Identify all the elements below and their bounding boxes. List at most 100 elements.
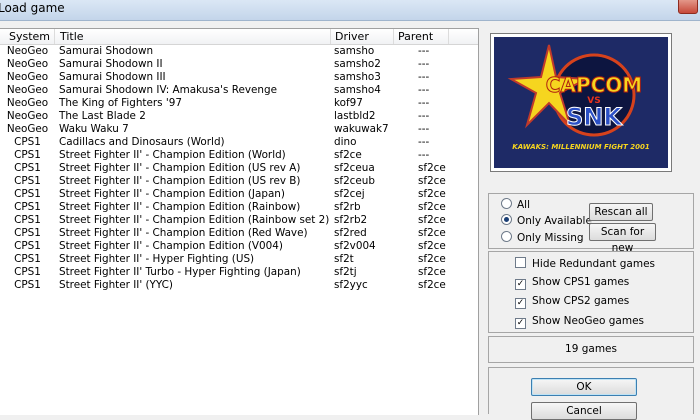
radio-only-available-dot[interactable] bbox=[501, 214, 512, 225]
cell-parent: --- bbox=[418, 110, 430, 122]
table-row[interactable]: CPS1 Street Fighter II' - Champion Editio… bbox=[0, 240, 478, 253]
table-row[interactable]: CPS1 Street Fighter II' - Champion Editio… bbox=[0, 175, 478, 188]
cell-system: CPS1 bbox=[14, 240, 41, 252]
cell-parent: --- bbox=[418, 97, 430, 109]
cell-parent: sf2ce bbox=[418, 266, 446, 278]
game-list[interactable]: System Title Driver Parent NeoGeo Samurai… bbox=[0, 28, 479, 415]
column-header-system[interactable]: System bbox=[0, 29, 55, 44]
cancel-button[interactable]: Cancel bbox=[531, 402, 637, 420]
table-row[interactable]: CPS1 Street Fighter II' - Champion Editio… bbox=[0, 201, 478, 214]
cell-driver: sf2ceua bbox=[334, 162, 375, 174]
show-cps1-label: Show CPS1 games bbox=[532, 276, 630, 288]
logo-snk-text: SNK bbox=[566, 103, 623, 131]
cell-driver: samsho4 bbox=[334, 84, 381, 96]
cell-title: Street Fighter II' - Champion Edition (W… bbox=[59, 149, 286, 161]
cell-driver: dino bbox=[334, 136, 357, 148]
cell-parent: --- bbox=[418, 58, 430, 70]
radio-all[interactable]: All bbox=[501, 198, 530, 211]
table-row[interactable]: NeoGeo Samurai Shodown IV: Amakusa's Reve… bbox=[0, 84, 478, 97]
table-row[interactable]: NeoGeo Waku Waku 7 wakuwak7 --- bbox=[0, 123, 478, 136]
radio-only-missing-label: Only Missing bbox=[517, 232, 584, 244]
cell-system: CPS1 bbox=[14, 136, 41, 148]
cell-system: CPS1 bbox=[14, 175, 41, 187]
show-cps1-checkbox[interactable]: ✓ Show CPS1 games bbox=[515, 276, 629, 290]
cell-title: The Last Blade 2 bbox=[59, 110, 146, 122]
cell-title: Cadillacs and Dinosaurs (World) bbox=[59, 136, 225, 148]
table-row[interactable]: CPS1 Street Fighter II' - Champion Editio… bbox=[0, 214, 478, 227]
options-panel: Hide Redundant games ✓ Show CPS1 games ✓ S… bbox=[488, 251, 694, 333]
cell-driver: kof97 bbox=[334, 97, 363, 109]
cell-title: Samurai Shodown IV: Amakusa's Revenge bbox=[59, 84, 277, 96]
capcom-vs-snk-logo: CAPCOM VS SNK KAWAKS: MILLENNIUM FIGHT 2… bbox=[494, 37, 668, 168]
cell-title: Street Fighter II' - Champion Edition (J… bbox=[59, 188, 285, 200]
close-button[interactable] bbox=[678, 0, 698, 14]
table-row[interactable]: CPS1 Street Fighter II' - Hyper Fighting … bbox=[0, 253, 478, 266]
logo-capcom-text: CAPCOM bbox=[546, 73, 642, 97]
column-header-parent[interactable]: Parent bbox=[394, 29, 449, 44]
cell-parent: sf2ce bbox=[418, 240, 446, 252]
table-row[interactable]: CPS1 Street Fighter II' - Champion Editio… bbox=[0, 149, 478, 162]
hide-redundant-checkbox[interactable]: Hide Redundant games bbox=[515, 257, 655, 270]
cell-parent: sf2ce bbox=[418, 188, 446, 200]
cell-system: CPS1 bbox=[14, 149, 41, 161]
cell-title: Street Fighter II' Turbo - Hyper Fightin… bbox=[59, 266, 301, 278]
radio-only-missing-dot[interactable] bbox=[501, 231, 512, 242]
table-row[interactable]: CPS1 Street Fighter II' Turbo - Hyper Fig… bbox=[0, 266, 478, 279]
cell-system: CPS1 bbox=[14, 279, 41, 291]
list-header: System Title Driver Parent bbox=[0, 29, 478, 45]
show-neogeo-checkbox[interactable]: ✓ Show NeoGeo games bbox=[515, 315, 644, 329]
cell-system: NeoGeo bbox=[6, 123, 49, 135]
cell-system: NeoGeo bbox=[6, 71, 49, 83]
cell-system: CPS1 bbox=[14, 188, 41, 200]
hide-redundant-label: Hide Redundant games bbox=[532, 258, 656, 270]
table-row[interactable]: CPS1 Street Fighter II' - Champion Editio… bbox=[0, 162, 478, 175]
cell-parent: sf2ce bbox=[418, 214, 446, 226]
cell-parent: sf2ce bbox=[418, 175, 446, 187]
table-row[interactable]: NeoGeo The King of Fighters '97 kof97 --- bbox=[0, 97, 478, 110]
scan-for-new-button[interactable]: Scan for new bbox=[589, 223, 656, 254]
show-cps1-box[interactable]: ✓ bbox=[515, 279, 526, 290]
radio-all-label: All bbox=[517, 199, 531, 211]
dialog-buttons-panel: OK Cancel bbox=[488, 367, 694, 420]
cell-title: Samurai Shodown bbox=[59, 45, 154, 57]
cell-driver: sf2ceub bbox=[334, 175, 375, 187]
hide-redundant-box[interactable] bbox=[515, 257, 526, 268]
column-header-driver[interactable]: Driver bbox=[331, 29, 394, 44]
cell-parent: --- bbox=[418, 71, 430, 83]
cell-system: NeoGeo bbox=[6, 45, 49, 57]
cell-system: CPS1 bbox=[14, 201, 41, 213]
show-cps2-checkbox[interactable]: ✓ Show CPS2 games bbox=[515, 295, 629, 309]
radio-only-missing[interactable]: Only Missing bbox=[501, 231, 584, 244]
ok-button[interactable]: OK bbox=[531, 378, 637, 396]
cell-title: The King of Fighters '97 bbox=[59, 97, 182, 109]
cell-title: Street Fighter II' - Hyper Fighting (US) bbox=[59, 253, 255, 265]
table-row[interactable]: NeoGeo Samurai Shodown III samsho3 --- bbox=[0, 71, 478, 84]
game-count: 19 games bbox=[565, 343, 617, 355]
radio-only-available-label: Only Available bbox=[517, 215, 592, 227]
cell-driver: sf2rb bbox=[334, 201, 361, 213]
cell-driver: sf2cej bbox=[334, 188, 365, 200]
show-neogeo-box[interactable]: ✓ bbox=[515, 318, 526, 329]
cell-parent: --- bbox=[418, 84, 430, 96]
cell-title: Street Fighter II' (YYC) bbox=[59, 279, 173, 291]
show-cps2-box[interactable]: ✓ bbox=[515, 298, 526, 309]
cell-title: Street Fighter II' - Champion Edition (V… bbox=[59, 240, 283, 252]
radio-only-available[interactable]: Only Available bbox=[501, 214, 592, 227]
table-row[interactable]: CPS1 Cadillacs and Dinosaurs (World) dino -… bbox=[0, 136, 478, 149]
radio-all-dot[interactable] bbox=[501, 198, 512, 209]
table-row[interactable]: NeoGeo Samurai Shodown II samsho2 --- bbox=[0, 58, 478, 71]
table-row[interactable]: NeoGeo The Last Blade 2 lastbld2 --- bbox=[0, 110, 478, 123]
cell-driver: sf2yyc bbox=[334, 279, 368, 291]
table-row[interactable]: CPS1 Street Fighter II' - Champion Editio… bbox=[0, 227, 478, 240]
logo-subtitle-text: KAWAKS: MILLENNIUM FIGHT 2001 bbox=[512, 143, 650, 151]
cell-driver: sf2v004 bbox=[334, 240, 376, 252]
show-neogeo-label: Show NeoGeo games bbox=[532, 315, 645, 327]
cell-system: NeoGeo bbox=[6, 110, 49, 122]
table-row[interactable]: NeoGeo Samurai Shodown samsho --- bbox=[0, 45, 478, 58]
title-bar: Load game bbox=[0, 0, 700, 21]
table-row[interactable]: CPS1 Street Fighter II' (YYC) sf2yyc sf2ce bbox=[0, 279, 478, 292]
cell-system: NeoGeo bbox=[6, 58, 49, 70]
rescan-all-button[interactable]: Rescan all bbox=[589, 203, 653, 221]
column-header-title[interactable]: Title bbox=[55, 29, 331, 44]
table-row[interactable]: CPS1 Street Fighter II' - Champion Editio… bbox=[0, 188, 478, 201]
